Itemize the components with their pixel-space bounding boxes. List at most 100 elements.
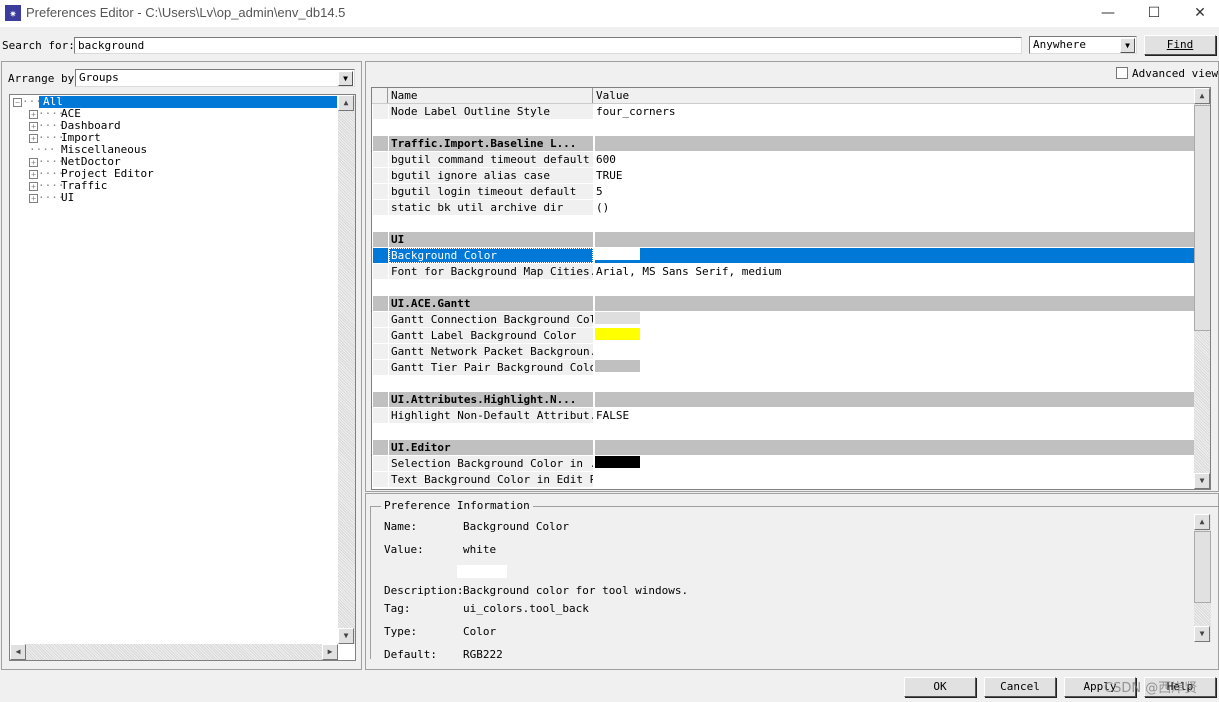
column-header-name[interactable]: Name	[389, 88, 593, 103]
grid-header: Name Value	[372, 88, 1194, 104]
preference-value	[595, 456, 1194, 471]
arrange-by-value: Groups	[79, 71, 119, 84]
info-vertical-scrollbar[interactable]: ▲ ▼	[1194, 514, 1211, 642]
arrange-by-label: Arrange by	[8, 72, 75, 85]
preference-row[interactable]: Highlight Non-Default Attribut... FALSE	[372, 408, 1194, 424]
expand-icon[interactable]: +	[29, 109, 38, 119]
preference-value	[595, 440, 1194, 455]
preferences-grid: Name Value Node Label Outline Style four_…	[371, 87, 1211, 490]
preference-name: Gantt Network Packet Backgroun...	[389, 344, 593, 359]
tag-value: ui_colors.tool_back	[463, 602, 589, 615]
preference-value	[595, 136, 1194, 151]
description-value: Background color for tool windows.	[463, 584, 689, 597]
preference-name: Gantt Label Background Color	[389, 328, 593, 343]
cancel-button[interactable]: Cancel	[984, 677, 1056, 697]
preference-row[interactable]: Gantt Label Background Color	[372, 328, 1194, 344]
preference-row[interactable]: Node Label Outline Style four_corners	[372, 104, 1194, 120]
scroll-down-icon[interactable]: ▼	[1194, 626, 1210, 642]
scroll-down-icon[interactable]: ▼	[338, 628, 354, 644]
ok-button[interactable]: OK	[904, 677, 976, 697]
expand-icon[interactable]: +	[29, 157, 38, 167]
preference-value: ()	[596, 201, 610, 214]
preference-name: Selection Background Color in ...	[389, 456, 593, 471]
preference-name: Highlight Non-Default Attribut...	[389, 408, 593, 423]
close-button[interactable]: ✕	[1177, 2, 1219, 24]
preference-name: bgutil ignore alias case	[389, 168, 593, 183]
preference-row[interactable]: Gantt Network Packet Backgroun...	[372, 344, 1194, 360]
find-button[interactable]: Find	[1144, 35, 1216, 55]
type-value: Color	[463, 625, 497, 638]
blank-row	[372, 424, 1194, 440]
expand-icon[interactable]: +	[29, 133, 38, 143]
watermark: CSDN @西岸贤	[1104, 681, 1198, 696]
preference-row[interactable]: bgutil command timeout default 600	[372, 152, 1194, 168]
preference-row[interactable]: Background Color	[372, 248, 1194, 264]
group-header-row: UI.Attributes.Highlight.N...	[372, 392, 1194, 408]
default-value: RGB222	[463, 648, 503, 659]
scroll-up-icon[interactable]: ▲	[338, 95, 354, 111]
blank-row	[372, 280, 1194, 296]
blank-row	[372, 216, 1194, 232]
tree-vertical-scrollbar[interactable]: ▲ ▼	[338, 95, 355, 644]
preference-name: Background Color	[389, 248, 593, 263]
search-scope-value: Anywhere	[1033, 38, 1086, 51]
arrange-by-dropdown[interactable]: Groups ▼	[75, 69, 355, 87]
color-swatch	[595, 248, 640, 260]
preference-name: Gantt Tier Pair Background Color	[389, 360, 593, 375]
blank-row	[372, 120, 1194, 136]
preference-name: UI.Editor	[389, 440, 593, 455]
color-swatch	[595, 328, 640, 340]
preference-value	[595, 248, 1194, 263]
description-label: Description:	[384, 584, 464, 597]
advanced-view-checkbox[interactable]	[1116, 67, 1128, 79]
preference-row[interactable]: Font for Background Map Cities... Arial, …	[372, 264, 1194, 280]
preference-name: bgutil command timeout default	[389, 152, 593, 167]
preference-value	[595, 312, 1194, 327]
preference-row[interactable]: Text Background Color in Edit Pad	[372, 472, 1194, 488]
preference-row[interactable]: Selection Background Color in ...	[372, 456, 1194, 472]
chevron-down-icon: ▼	[338, 71, 353, 86]
preference-row[interactable]: bgutil login timeout default 5	[372, 184, 1194, 200]
color-swatch	[595, 456, 640, 468]
scroll-up-icon[interactable]: ▲	[1194, 88, 1210, 104]
app-icon: ✷	[5, 5, 21, 21]
preference-row[interactable]: Gantt Connection Background Color	[372, 312, 1194, 328]
tree-item[interactable]: + ····UI	[13, 192, 78, 204]
preference-row[interactable]: static bk util archive dir()	[372, 200, 1194, 216]
scroll-down-icon[interactable]: ▼	[1194, 473, 1210, 489]
preference-row[interactable]: bgutil ignore alias case TRUE	[372, 168, 1194, 184]
minimize-button[interactable]: —	[1085, 2, 1131, 24]
scroll-up-icon[interactable]: ▲	[1194, 514, 1210, 530]
search-scope-dropdown[interactable]: Anywhere ▼	[1029, 36, 1137, 54]
maximize-button[interactable]: ☐	[1131, 2, 1177, 24]
preference-name: Text Background Color in Edit Pad	[389, 472, 593, 487]
scrollbar-thumb[interactable]	[1194, 531, 1211, 603]
preference-value	[595, 392, 1194, 407]
tree-horizontal-scrollbar[interactable]: ◀ ▶	[10, 644, 338, 660]
expand-icon[interactable]: +	[29, 121, 38, 131]
search-input[interactable]: background	[74, 37, 1022, 54]
scroll-left-icon[interactable]: ◀	[10, 644, 26, 660]
preference-name: Font for Background Map Cities...	[389, 264, 593, 279]
preference-name: Traffic.Import.Baseline L...	[389, 136, 593, 151]
preference-value	[595, 472, 1194, 487]
group-header-row: UI.Editor	[372, 440, 1194, 456]
preference-value	[595, 360, 1194, 375]
expand-icon[interactable]: +	[29, 169, 38, 179]
preference-value	[595, 328, 1194, 343]
preference-row[interactable]: Gantt Tier Pair Background Color	[372, 360, 1194, 376]
group-header-row: UI.ACE.Gantt	[372, 296, 1194, 312]
preference-name: UI.Attributes.Highlight.N...	[389, 392, 593, 407]
column-header-value[interactable]: Value	[595, 88, 1194, 103]
name-label: Name:	[384, 520, 418, 533]
default-label: Default:	[384, 648, 437, 659]
grid-vertical-scrollbar[interactable]: ▲ ▼	[1194, 88, 1210, 489]
preference-name: bgutil login timeout default	[389, 184, 593, 199]
color-swatch	[595, 472, 640, 484]
expand-icon[interactable]: +	[29, 193, 38, 203]
scroll-right-icon[interactable]: ▶	[322, 644, 338, 660]
collapse-icon[interactable]: −	[13, 97, 22, 107]
scrollbar-thumb[interactable]	[1194, 105, 1210, 331]
preference-name: static bk util archive dir	[389, 200, 593, 215]
expand-icon[interactable]: +	[29, 181, 38, 191]
